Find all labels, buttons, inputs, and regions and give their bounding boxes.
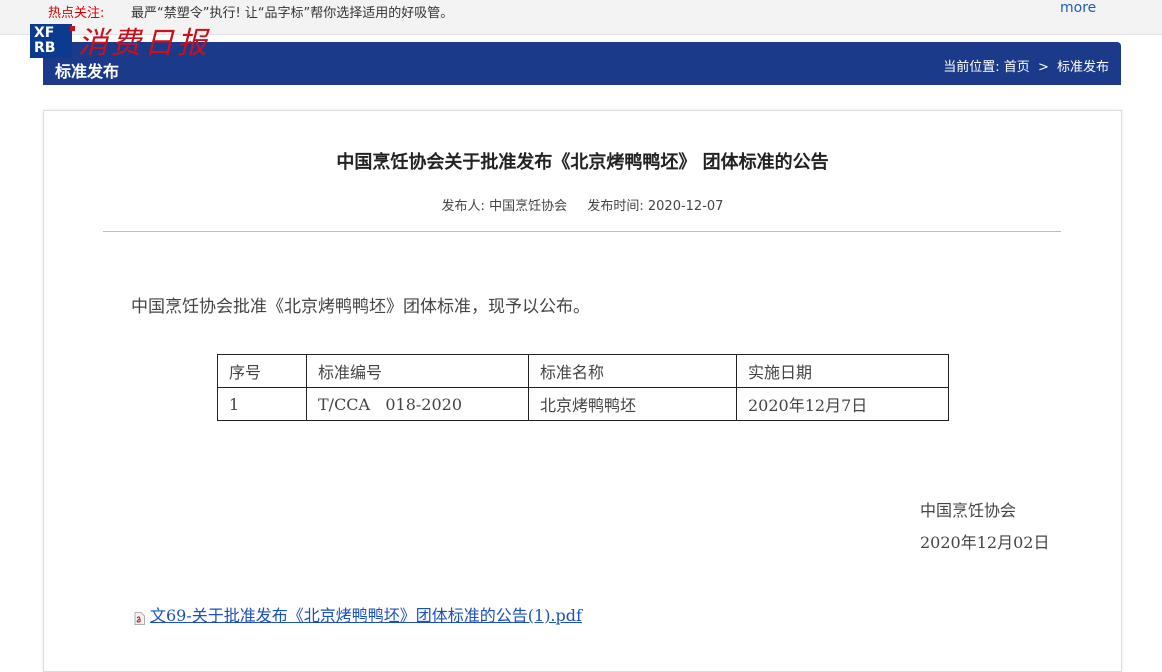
logo-badge-line1: XF: [34, 25, 55, 41]
site-logo[interactable]: XF RB 消费日报: [30, 24, 230, 64]
publisher-label: 发布人:: [441, 199, 485, 214]
logo-badge-line2: RB: [34, 40, 56, 56]
table-header-row: 序号 标准编号 标准名称 实施日期: [217, 354, 949, 388]
attachment-pdf-link[interactable]: 文69-关于批准发布《北京烤鸭鸭坯》团体标准的公告(1).pdf: [150, 606, 582, 625]
article-panel: 中国烹饪协会关于批准发布《北京烤鸭鸭坯》 团体标准的公告 发布人: 中国烹饪协会…: [43, 110, 1122, 672]
breadcrumb-prefix: 当前位置:: [943, 60, 1000, 75]
pdf-file-icon: [134, 610, 145, 625]
breadcrumb: 当前位置: 首页 > 标准发布: [943, 56, 1109, 75]
article-body: 中国烹饪协会批准《北京烤鸭鸭坯》团体标准，现予以公布。: [131, 297, 590, 317]
cell-index: 1: [217, 387, 307, 421]
date-label: 发布时间:: [587, 199, 644, 214]
breadcrumb-separator: >: [1037, 60, 1049, 75]
header-cell-date: 实施日期: [736, 354, 949, 388]
header-cell-name: 标准名称: [528, 354, 737, 388]
breadcrumb-home-link[interactable]: 首页: [1004, 60, 1030, 75]
publish-date: 2020-12-07: [647, 199, 724, 214]
header-cell-code: 标准编号: [306, 354, 529, 388]
article-title: 中国烹饪协会关于批准发布《北京烤鸭鸭坯》 团体标准的公告: [336, 152, 829, 173]
article-meta: 发布人: 中国烹饪协会 发布时间: 2020-12-07: [2, 195, 1162, 214]
cell-date: 2020年12月7日: [736, 387, 949, 421]
header-cell-index: 序号: [217, 354, 307, 388]
logo-badge: XF RB: [30, 24, 72, 58]
cell-code: T/CCA 018-2020: [306, 387, 529, 421]
publisher-name: 中国烹饪协会: [489, 199, 568, 214]
title-divider: [103, 231, 1061, 232]
breadcrumb-current-link[interactable]: 标准发布: [1057, 60, 1109, 75]
table-row: 1 T/CCA 018-2020 北京烤鸭鸭坯 2020年12月7日: [217, 387, 949, 421]
signature-organization: 中国烹饪协会: [920, 501, 1017, 520]
attachment-row: 文69-关于批准发布《北京烤鸭鸭坯》团体标准的公告(1).pdf: [134, 602, 582, 626]
signature-date: 2020年12月02日: [920, 533, 1050, 552]
logo-calligraphy: 消费日报: [78, 26, 210, 61]
more-link[interactable]: more: [1060, 0, 1096, 16]
cell-name: 北京烤鸭鸭坯: [528, 387, 737, 421]
logo-red-dot: [70, 26, 75, 31]
standard-table: 序号 标准编号 标准名称 实施日期 1 T/CCA 018-2020 北京烤鸭鸭…: [217, 354, 949, 421]
